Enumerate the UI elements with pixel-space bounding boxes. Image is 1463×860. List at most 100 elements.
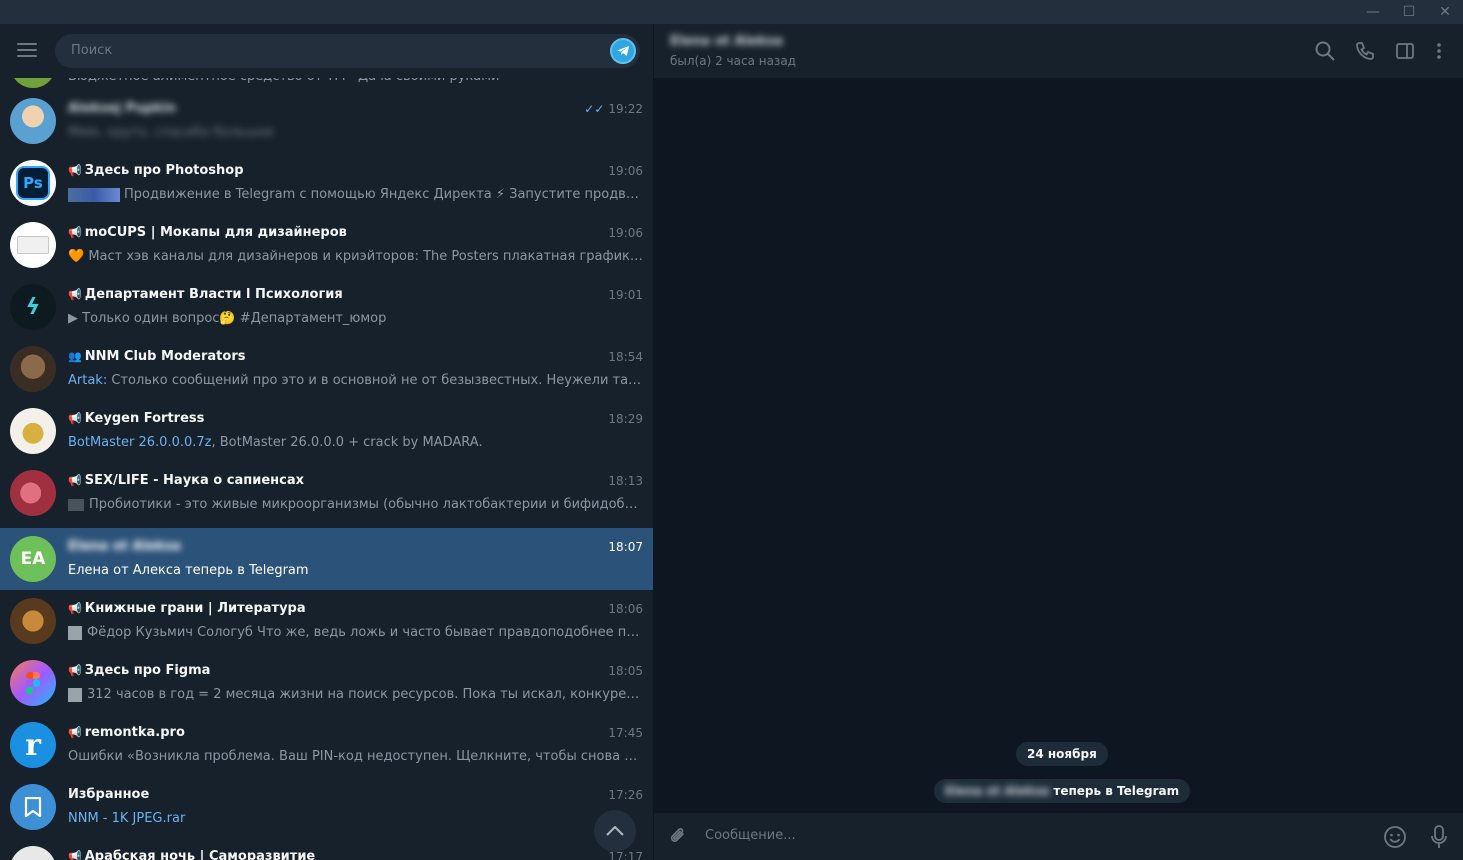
chat-status: был(а) 2 часа назад bbox=[670, 54, 796, 68]
chat-row[interactable]: r 📢 remontka.pro 17:45 Ошибки «Возникла п… bbox=[0, 714, 653, 776]
chat-preview: Ммм, круто, спасибо большое bbox=[68, 125, 274, 140]
card-icon bbox=[17, 236, 49, 254]
thumbnail-icon bbox=[68, 687, 82, 702]
maximize-button[interactable]: ☐ bbox=[1391, 0, 1427, 24]
chat-header[interactable]: Elena ot Aleksa был(а) 2 часа назад bbox=[654, 24, 1463, 78]
photoshop-logo-icon: Ps bbox=[16, 166, 50, 200]
sidebar-toggle-icon[interactable] bbox=[1394, 40, 1416, 62]
avatar bbox=[10, 98, 56, 144]
menu-icon[interactable] bbox=[17, 43, 37, 59]
chat-preview: BotMaster 26.0.0.0.7z, BotMaster 26.0.0.… bbox=[68, 435, 483, 450]
avatar bbox=[10, 470, 56, 516]
chat-name: 📢 Keygen Fortress bbox=[68, 411, 205, 426]
chat-name: 📢 Арабская ночь | Саморазвитие bbox=[68, 849, 315, 860]
search-input[interactable]: Поиск bbox=[55, 34, 640, 68]
chat-time: 19:01 bbox=[608, 288, 643, 302]
avatar bbox=[10, 222, 56, 268]
emoji-icon[interactable] bbox=[1383, 825, 1407, 849]
chat-row[interactable]: 📢 Keygen Fortress 18:29 BotMaster 26.0.0.… bbox=[0, 400, 653, 462]
date-divider: 24 ноября bbox=[1016, 742, 1108, 766]
chat-time: 17:26 bbox=[608, 788, 643, 802]
avatar: Ps bbox=[10, 160, 56, 206]
chat-time: 18:07 bbox=[608, 540, 643, 554]
message-input[interactable]: Сообщение... bbox=[705, 828, 796, 843]
chat-row[interactable]: 📢 Книжные грани | Литература 18:06 Фёдор … bbox=[0, 590, 653, 652]
megaphone-icon: 📢 bbox=[68, 412, 82, 425]
chat-name: Elena ot Aleksa bbox=[68, 539, 181, 554]
megaphone-icon: 📢 bbox=[68, 726, 82, 739]
chat-row[interactable]: Aleksej Pupkin ✓✓ 19:22 Ммм, круто, спаси… bbox=[0, 90, 653, 152]
system-message: Elena ot Aleksa теперь в Telegram bbox=[934, 779, 1191, 803]
chat-preview: Пробиотики - это живые микроорганизмы (о… bbox=[68, 497, 643, 512]
chat-row[interactable]: Избранное 17:26 NNM - 1K JPEG.rar bbox=[0, 776, 653, 838]
chat-row[interactable]: 👥 NNM Club Moderators 18:54 Artak: Стольк… bbox=[0, 338, 653, 400]
chat-row[interactable]: ϟ 📢 Департамент Власти l Психология 19:01… bbox=[0, 276, 653, 338]
chat-time: 18:29 bbox=[608, 412, 643, 426]
avatar bbox=[10, 846, 56, 860]
window-titlebar: — ☐ ✕ bbox=[0, 0, 1463, 24]
chat-name: 📢 remontka.pro bbox=[68, 725, 185, 740]
chat-row[interactable]: 📢 Здесь про Figma 18:05 312 часов в год =… bbox=[0, 652, 653, 714]
figma-logo-icon bbox=[26, 672, 40, 694]
thumbnail-icon bbox=[68, 625, 82, 640]
chat-name: Aleksej Pupkin bbox=[68, 101, 176, 116]
megaphone-icon: 📢 bbox=[68, 602, 82, 615]
chevron-up-icon bbox=[606, 826, 624, 836]
close-button[interactable]: ✕ bbox=[1427, 0, 1463, 24]
attach-icon[interactable] bbox=[668, 825, 688, 847]
avatar: ϟ bbox=[10, 284, 56, 330]
megaphone-icon: 📢 bbox=[68, 226, 82, 239]
avatar: EA bbox=[10, 536, 56, 582]
message-sender: Artak: bbox=[68, 373, 108, 388]
telegram-logo-icon[interactable] bbox=[610, 38, 636, 64]
lightning-logo-icon: ϟ bbox=[25, 294, 41, 320]
message-composer: Сообщение... bbox=[654, 813, 1463, 860]
avatar bbox=[10, 784, 56, 830]
chat-preview: Фёдор Кузьмич Сологуб Что же, ведь ложь … bbox=[68, 625, 643, 640]
chat-title[interactable]: Elena ot Aleksa bbox=[670, 34, 783, 49]
chat-panel: Elena ot Aleksa был(а) 2 часа назад 24 н… bbox=[654, 24, 1463, 860]
chat-preview: ▶ Только один вопрос🤔 #Департамент_юмор bbox=[68, 311, 387, 326]
chat-preview: NNM - 1K JPEG.rar bbox=[68, 811, 643, 826]
chat-preview: Елена от Алекса теперь в Telegram bbox=[68, 563, 309, 578]
search-icon[interactable] bbox=[1314, 40, 1336, 62]
chat-time: 18:54 bbox=[608, 350, 643, 364]
phone-icon[interactable] bbox=[1354, 40, 1376, 62]
chat-name: 📢 moCUPS | Мокапы для дизайнеров bbox=[68, 225, 347, 240]
system-user-name: Elena ot Aleksa bbox=[945, 784, 1050, 798]
chat-row[interactable]: 📢 SEX/LIFE - Наука о сапиенсах 18:13 Проб… bbox=[0, 462, 653, 524]
scroll-up-button[interactable] bbox=[594, 810, 636, 852]
search-placeholder: Поиск bbox=[71, 43, 113, 58]
megaphone-icon: 📢 bbox=[68, 664, 82, 677]
chat-preview: 312 часов в год = 2 месяца жизни на поис… bbox=[68, 687, 643, 702]
chat-row-selected[interactable]: EA Elena ot Aleksa 18:07 Елена от Алекса… bbox=[0, 528, 653, 590]
megaphone-icon: 📢 bbox=[68, 474, 82, 487]
avatar bbox=[10, 660, 56, 706]
chat-row[interactable]: 📢 Арабская ночь | Саморазвитие 17:17 bbox=[0, 838, 653, 860]
double-check-icon: ✓✓ bbox=[584, 102, 605, 116]
avatar bbox=[10, 598, 56, 644]
chat-name: 📢 Книжные грани | Литература bbox=[68, 601, 306, 616]
chat-name: 📢 Здесь про Figma bbox=[68, 663, 211, 678]
avatar: r bbox=[10, 722, 56, 768]
chat-time: 18:05 bbox=[608, 664, 643, 678]
thumbnail-icon bbox=[68, 498, 84, 511]
chat-time: ✓✓ 19:22 bbox=[584, 102, 643, 116]
chat-time: 18:06 bbox=[608, 602, 643, 616]
chat-row[interactable]: Ps 📢 Здесь про Photoshop 19:06 Продвижени… bbox=[0, 152, 653, 214]
more-options-icon[interactable] bbox=[1428, 40, 1450, 62]
minimize-button[interactable]: — bbox=[1355, 0, 1391, 24]
microphone-icon[interactable] bbox=[1429, 824, 1449, 850]
avatar bbox=[10, 408, 56, 454]
chat-preview: Artak: Столько сообщений про это и в осн… bbox=[68, 373, 643, 388]
megaphone-icon: 📢 bbox=[68, 164, 82, 177]
chat-list-panel: Бюджетное алиментное средство от ТМ · Да… bbox=[0, 24, 653, 860]
chat-name: Избранное bbox=[68, 787, 150, 802]
avatar bbox=[10, 346, 56, 392]
chat-preview: Продвижение в Telegram с помощью Яндекс … bbox=[68, 187, 643, 202]
chat-name: 📢 SEX/LIFE - Наука о сапиенсах bbox=[68, 473, 304, 488]
thumbnail-icon bbox=[68, 187, 120, 202]
group-icon: 👥 bbox=[68, 350, 82, 363]
chat-row[interactable]: 📢 moCUPS | Мокапы для дизайнеров 19:06 🧡 … bbox=[0, 214, 653, 276]
chat-time: 17:45 bbox=[608, 726, 643, 740]
